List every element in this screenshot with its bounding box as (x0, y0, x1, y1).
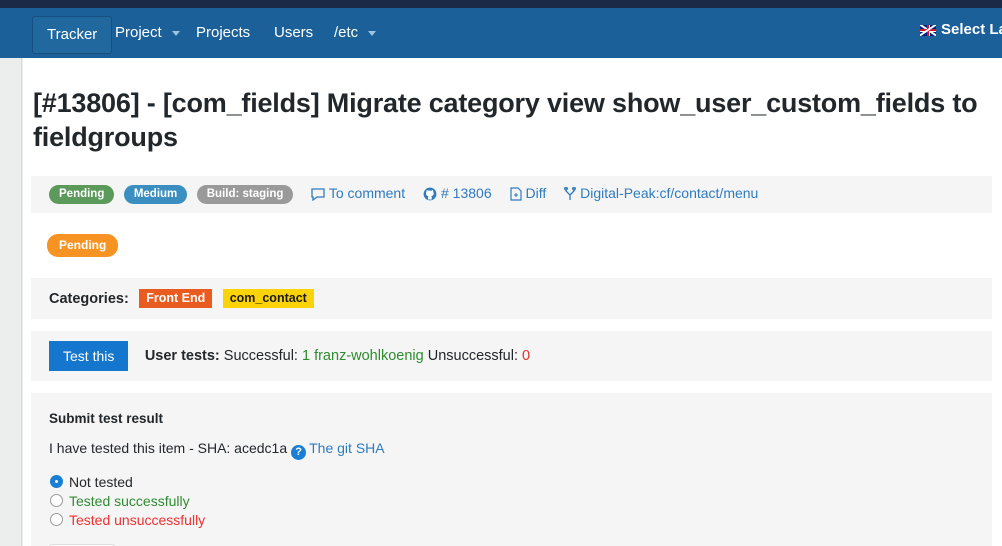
page-title: [#13806] - [com_fields] Migrate category… (33, 88, 978, 152)
nav-item-projects[interactable]: Projects (196, 21, 250, 45)
test-result-radio-group: Not tested Tested successfully Tested un… (50, 472, 980, 529)
nav-item-label: Users (274, 24, 314, 41)
nav-item-label: Tracker (47, 26, 98, 43)
issue-meta-panel: Pending Medium Build: staging To comment… (31, 176, 992, 213)
radio-label: Tested successfully (69, 492, 190, 509)
to-comment-link[interactable]: To comment (311, 185, 409, 204)
chevron-down-icon (171, 30, 180, 36)
radio-tested-unsuccessfully[interactable]: Tested unsuccessfully (50, 510, 980, 529)
to-comment-label: To comment (328, 185, 406, 201)
content-area: [#13806] - [com_fields] Migrate category… (23, 58, 1002, 546)
radio-label: Not tested (69, 473, 133, 490)
question-mark-icon[interactable]: ? (291, 445, 307, 460)
categories-label: Categories: (49, 290, 129, 307)
diff-link[interactable]: Diff (509, 185, 551, 204)
status-pill: Pending (47, 234, 119, 257)
left-gutter (0, 58, 22, 546)
nav-item-label: Projects (196, 24, 251, 41)
github-issue-link[interactable]: # 13806 (423, 185, 496, 201)
radio-label: Tested unsuccessfully (69, 511, 206, 528)
test-this-button[interactable]: Test this (49, 341, 129, 371)
submit-heading: Submit test result (49, 411, 164, 426)
github-issue-label: # 13806 (441, 185, 492, 201)
git-sha-link[interactable]: The git SHA (309, 440, 384, 456)
unsuccessful-label: Unsuccessful: (427, 348, 518, 364)
branch-icon (564, 186, 577, 204)
radio-button-icon[interactable] (50, 494, 63, 507)
chevron-down-icon (368, 30, 377, 36)
github-icon (423, 187, 437, 204)
status-pill-row: Pending (31, 225, 992, 266)
main-navbar: Tracker Project Projects Users /etc Sele… (0, 8, 1002, 58)
submit-test-result-panel: Submit test result I have tested this it… (31, 393, 992, 546)
nav-item-project[interactable]: Project (115, 21, 180, 45)
nav-item-label: /etc (334, 24, 359, 41)
sha-text: I have tested this item - SHA: acedc1a (49, 440, 288, 456)
select-language-button[interactable]: Select Lang (920, 21, 1002, 38)
build-badge: Build: staging (196, 185, 294, 204)
select-language-label: Select Lang (941, 21, 1002, 38)
nav-item-tracker[interactable]: Tracker (32, 16, 113, 54)
successful-label: Successful: (223, 348, 298, 364)
nav-item-etc[interactable]: /etc (334, 21, 377, 45)
unsuccessful-value: 0 (522, 348, 531, 364)
categories-panel: Categories: Front End com_contact (31, 278, 992, 319)
branch-link[interactable]: Digital-Peak:cf/contact/menu (564, 185, 758, 201)
user-tests-summary: User tests: Successful: 1 franz-wohlkoen… (145, 348, 530, 364)
page-root: Tracker Project Projects Users /etc Sele… (0, 0, 1002, 546)
diff-label: Diff (525, 185, 547, 201)
user-tests-label: User tests: (144, 348, 220, 364)
nav-item-users[interactable]: Users (274, 21, 313, 45)
radio-button-icon[interactable] (50, 475, 63, 488)
category-tag-com-contact[interactable]: com_contact (222, 289, 314, 308)
user-tests-panel: Test this User tests: Successful: 1 fran… (31, 331, 992, 381)
radio-not-tested[interactable]: Not tested (50, 472, 980, 491)
comment-icon (311, 188, 325, 204)
category-tag-front-end[interactable]: Front End (139, 289, 213, 308)
uk-flag-icon (920, 24, 936, 36)
branch-label: Digital-Peak:cf/contact/menu (580, 185, 759, 201)
sha-line: I have tested this item - SHA: acedc1a? T… (49, 440, 980, 460)
top-strip (0, 0, 1002, 8)
successful-value: 1 franz-wohlkoenig (301, 348, 424, 364)
radio-tested-successfully[interactable]: Tested successfully (50, 491, 980, 510)
diff-file-icon (509, 187, 522, 204)
nav-item-label: Project (115, 24, 162, 41)
status-badge: Pending (49, 185, 115, 204)
priority-badge: Medium (123, 185, 188, 204)
radio-button-icon[interactable] (50, 513, 63, 526)
